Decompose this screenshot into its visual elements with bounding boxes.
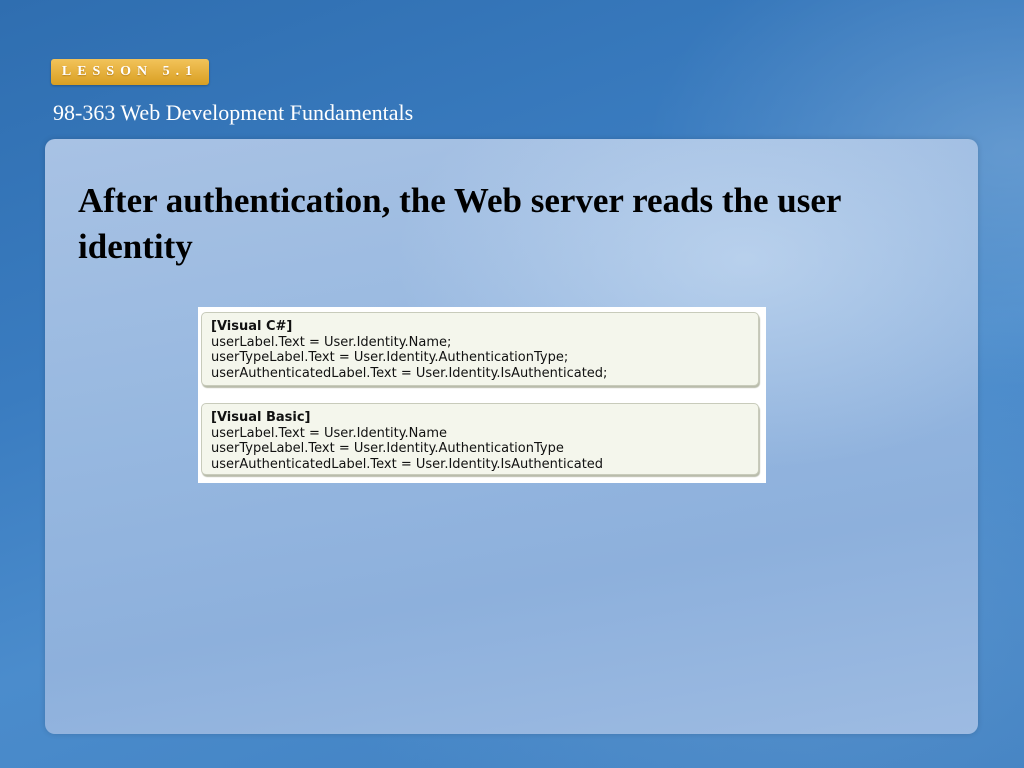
course-title: 98-363 Web Development Fundamentals	[53, 100, 414, 125]
lesson-badge: LESSON 5.1	[51, 59, 209, 85]
code-language-header: [Visual Basic]	[211, 410, 311, 425]
code-line: userAuthenticatedLabel.Text = User.Ident…	[211, 365, 608, 381]
code-line: userTypeLabel.Text = User.Identity.Authe…	[211, 441, 564, 456]
csharp-code-box: [Visual C#] userLabel.Text = User.Identi…	[201, 312, 759, 386]
code-line: userAuthenticatedLabel.Text = User.Ident…	[211, 456, 604, 472]
code-line: userLabel.Text = User.Identity.Name	[211, 425, 448, 441]
slide-heading: After authentication, the Web server rea…	[78, 181, 841, 266]
code-language-header: [Visual C#]	[211, 319, 293, 334]
code-figure: [Visual C#] userLabel.Text = User.Identi…	[198, 307, 766, 483]
visual-basic-code-box: [Visual Basic] userLabel.Text = User.Ide…	[201, 403, 759, 475]
code-line: userTypeLabel.Text = User.Identity.Authe…	[211, 350, 569, 365]
code-line: userLabel.Text = User.Identity.Name;	[211, 334, 452, 350]
